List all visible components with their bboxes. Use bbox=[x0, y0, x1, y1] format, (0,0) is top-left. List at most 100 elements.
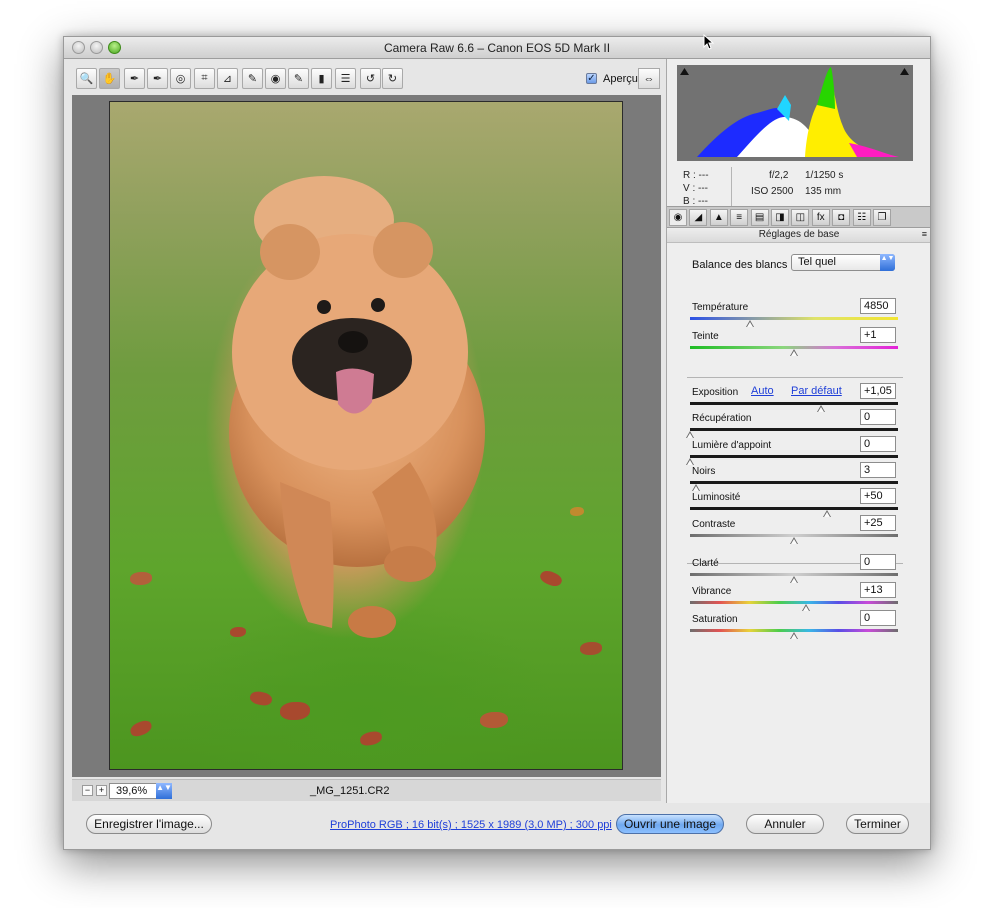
shadow-clipping-icon[interactable] bbox=[679, 67, 690, 76]
panel-title: Réglages de base bbox=[758, 229, 840, 240]
window-title: Camera Raw 6.6 – Canon EOS 5D Mark II bbox=[383, 41, 611, 55]
slider-label: Lumière d'appoint bbox=[692, 440, 772, 451]
readout-divider bbox=[731, 167, 732, 207]
highlight-clipping-icon[interactable] bbox=[899, 67, 910, 76]
zoom-in-button[interactable]: + bbox=[96, 785, 107, 796]
done-button[interactable]: Terminer bbox=[846, 814, 909, 834]
panel-menu-icon[interactable]: ≡ bbox=[922, 229, 927, 239]
panel-tab-11[interactable]: ❐ bbox=[873, 209, 891, 226]
save-image-button[interactable]: Enregistrer l'image... bbox=[86, 814, 212, 834]
brush-icon: ✎ bbox=[293, 73, 304, 85]
image-canvas[interactable] bbox=[72, 95, 661, 777]
auto-link[interactable]: Auto bbox=[751, 385, 774, 397]
preview-checkbox[interactable]: ✓ bbox=[586, 73, 597, 84]
slider-label: Noirs bbox=[692, 466, 716, 477]
slider-value-field[interactable]: +13 bbox=[860, 582, 896, 598]
graduated-filter-tool-button[interactable]: ▮ bbox=[311, 68, 332, 89]
crop-icon: ⌗ bbox=[201, 72, 208, 84]
fullscreen-icon: ⇔ bbox=[643, 72, 655, 85]
slider-value-field[interactable]: 0 bbox=[860, 436, 896, 452]
straighten-icon: ⊿ bbox=[222, 73, 233, 85]
white-balance-tool-button[interactable]: ✒ bbox=[124, 68, 145, 89]
panel-tab-6[interactable]: ◨ bbox=[771, 209, 789, 226]
list-icon: ☰ bbox=[340, 73, 351, 85]
hand-tool-button[interactable]: ✋ bbox=[99, 68, 120, 89]
eyedropper-icon: ✒ bbox=[129, 73, 140, 85]
zoom-out-button[interactable]: − bbox=[82, 785, 93, 796]
slider-label: Vibrance bbox=[692, 586, 732, 597]
slider-thumb[interactable] bbox=[823, 510, 832, 518]
slider-track[interactable] bbox=[690, 455, 898, 458]
histogram bbox=[677, 65, 913, 161]
brush-icon: ✎ bbox=[247, 73, 258, 85]
slider-track[interactable] bbox=[690, 402, 898, 405]
slider-thumb[interactable] bbox=[686, 431, 695, 439]
dog-illustration bbox=[229, 176, 485, 638]
hand-icon: ✋ bbox=[102, 73, 117, 85]
zoom-tool-button[interactable]: 🔍 bbox=[76, 68, 97, 89]
crop-tool-button[interactable]: ⌗ bbox=[194, 68, 215, 89]
slider-thumb[interactable] bbox=[802, 604, 811, 612]
rotate-left-tool-button[interactable]: ↺ bbox=[360, 68, 381, 89]
preferences-tool-button[interactable]: ☰ bbox=[335, 68, 356, 89]
preview-label: Aperçu bbox=[603, 73, 638, 85]
slider-thumb[interactable] bbox=[692, 484, 701, 492]
aperture-value: f/2,2 bbox=[769, 170, 789, 181]
leaf bbox=[580, 642, 602, 655]
slider-value-field[interactable]: 4850 bbox=[860, 298, 896, 314]
section-divider bbox=[687, 377, 903, 378]
slider-value-field[interactable]: 0 bbox=[860, 409, 896, 425]
open-image-button[interactable]: Ouvrir une image bbox=[616, 814, 724, 834]
slider-value-field[interactable]: +25 bbox=[860, 515, 896, 531]
slider-thumb[interactable] bbox=[790, 576, 799, 584]
slider-value-field[interactable]: 0 bbox=[860, 610, 896, 626]
straighten-tool-button[interactable]: ⊿ bbox=[217, 68, 238, 89]
slider-value-field[interactable]: +1 bbox=[860, 327, 896, 343]
fullscreen-button[interactable]: ⇔ bbox=[638, 68, 660, 89]
zoom-stepper[interactable]: ▲▼ bbox=[156, 783, 172, 799]
slider-track[interactable] bbox=[690, 507, 898, 510]
slider-value-field[interactable]: +1,05 bbox=[860, 383, 896, 399]
shutter-value: 1/1250 s bbox=[805, 170, 844, 181]
slider-track[interactable] bbox=[690, 481, 898, 484]
slider-track[interactable] bbox=[690, 317, 898, 320]
panel-tab-10[interactable]: ☷ bbox=[852, 209, 871, 226]
target-adjustment-tool-button[interactable]: ◎ bbox=[170, 68, 191, 89]
panel-tab-8[interactable]: fx bbox=[811, 209, 830, 226]
slider-thumb[interactable] bbox=[817, 405, 826, 413]
slider-track[interactable] bbox=[690, 601, 898, 604]
slider-label: Teinte bbox=[692, 331, 719, 342]
adjustment-brush-tool-button[interactable]: ✎ bbox=[288, 68, 309, 89]
eyedropper-plus-icon: ✒ bbox=[152, 73, 163, 85]
slider-value-field[interactable]: 3 bbox=[860, 462, 896, 478]
panel-tab-7[interactable]: ◫ bbox=[791, 209, 810, 226]
slider-track[interactable] bbox=[690, 428, 898, 431]
panel-tab-4[interactable]: ≡ bbox=[730, 209, 749, 226]
slider-value-field[interactable]: +50 bbox=[860, 488, 896, 504]
photo-preview[interactable] bbox=[109, 101, 623, 770]
workflow-options-link[interactable]: ProPhoto RGB ; 16 bit(s) ; 1525 x 1989 (… bbox=[330, 819, 612, 831]
title-bar[interactable]: Camera Raw 6.6 – Canon EOS 5D Mark II bbox=[64, 37, 930, 59]
rotate-left-icon: ↺ bbox=[365, 73, 376, 85]
white-balance-select[interactable]: Tel quel ▲▼ bbox=[791, 254, 895, 271]
red-eye-tool-button[interactable]: ◉ bbox=[265, 68, 286, 89]
slider-value-field[interactable]: 0 bbox=[860, 554, 896, 570]
panel-tab-1[interactable]: ◉ bbox=[669, 209, 687, 226]
panel-tab-3[interactable]: ▲ bbox=[709, 209, 728, 226]
panel-tab-5[interactable]: ▤ bbox=[750, 209, 769, 226]
default-link[interactable]: Par défaut bbox=[791, 385, 842, 397]
toolbar: ✓ Aperçu ⇔ 🔍 ✋ ✒ ✒ ◎ ⌗ ⊿ ✎ ◉ ✎ ▮ ☰ ↺ ↻ bbox=[72, 65, 661, 91]
leaf bbox=[480, 712, 508, 728]
slider-thumb[interactable] bbox=[686, 458, 695, 466]
slider-thumb[interactable] bbox=[746, 320, 755, 328]
panel-tab-9[interactable]: ◘ bbox=[832, 209, 851, 226]
select-arrows-icon: ▲▼ bbox=[880, 254, 895, 271]
color-sampler-tool-button[interactable]: ✒ bbox=[147, 68, 168, 89]
slider-thumb[interactable] bbox=[790, 632, 799, 640]
slider-thumb[interactable] bbox=[790, 537, 799, 545]
slider-thumb[interactable] bbox=[790, 349, 799, 357]
cancel-button[interactable]: Annuler bbox=[746, 814, 824, 834]
spot-removal-tool-button[interactable]: ✎ bbox=[242, 68, 263, 89]
panel-tab-2[interactable]: ◢ bbox=[689, 209, 708, 226]
rotate-right-tool-button[interactable]: ↻ bbox=[382, 68, 403, 89]
